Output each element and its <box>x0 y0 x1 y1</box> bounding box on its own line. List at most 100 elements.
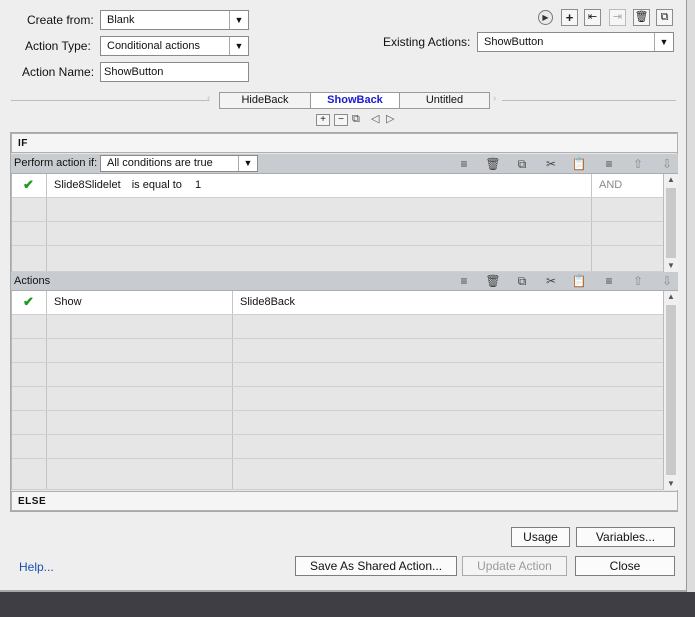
table-row[interactable] <box>12 435 664 459</box>
insert-below-icon[interactable]: ≡ <box>600 156 618 172</box>
row-check-cell[interactable] <box>12 222 47 245</box>
export-icon[interactable]: ⇥ <box>609 9 626 26</box>
table-row[interactable] <box>12 459 664 490</box>
delete-row-icon[interactable]: 🗑 <box>484 156 502 172</box>
target-cell[interactable] <box>233 339 664 362</box>
action-cell[interactable] <box>47 435 233 458</box>
delete-icon[interactable]: 🗑 <box>633 9 650 26</box>
target-cell[interactable] <box>233 411 664 434</box>
scroll-down-icon[interactable]: ▼ <box>664 478 678 490</box>
row-check-cell[interactable] <box>12 315 47 338</box>
cut-row-icon[interactable]: ✂ <box>542 273 560 289</box>
add-icon[interactable]: + <box>561 9 578 26</box>
table-row[interactable] <box>12 363 664 387</box>
create-from-select[interactable]: Blank ▼ <box>100 10 249 30</box>
action-type-select[interactable]: Conditional actions ▼ <box>100 36 249 56</box>
logic-cell[interactable] <box>592 222 664 245</box>
copy-row-icon[interactable]: ⧉ <box>513 273 531 289</box>
add-tab-icon[interactable]: + <box>316 114 330 126</box>
remove-tab-icon[interactable]: − <box>334 114 348 126</box>
action-cell[interactable]: Show <box>47 291 233 314</box>
logic-cell[interactable]: AND <box>592 174 664 197</box>
table-row[interactable] <box>12 339 664 363</box>
paste-row-icon[interactable]: 📋 <box>570 273 588 289</box>
table-row[interactable] <box>12 315 664 339</box>
target-cell[interactable] <box>233 459 664 489</box>
action-name-input[interactable]: ShowButton <box>100 62 249 82</box>
logic-cell[interactable] <box>592 198 664 221</box>
condition-cell[interactable] <box>47 222 592 245</box>
target-cell[interactable]: Slide8Back <box>233 291 664 314</box>
variables-button[interactable]: Variables... <box>576 527 675 547</box>
table-row[interactable]: ✔ Show Slide8Back <box>12 291 664 315</box>
condition-mode-select[interactable]: All conditions are true ▼ <box>100 155 258 172</box>
prev-tab-icon[interactable]: ◁ <box>371 112 379 125</box>
row-check-cell[interactable] <box>12 435 47 458</box>
import-icon[interactable]: ⇤ <box>584 9 601 26</box>
if-scrollbar[interactable]: ▲ ▼ <box>663 174 678 272</box>
move-up-icon[interactable]: ⇧ <box>629 156 647 172</box>
move-down-icon[interactable]: ⇩ <box>658 273 676 289</box>
target-cell[interactable] <box>233 435 664 458</box>
table-row[interactable] <box>12 222 664 246</box>
tab-scroll-left-icon[interactable]: ‹ <box>207 93 210 104</box>
action-cell[interactable] <box>47 387 233 410</box>
else-section-header[interactable]: ELSE <box>11 491 678 511</box>
scroll-up-icon[interactable]: ▲ <box>664 291 678 303</box>
duplicate-tab-icon[interactable]: ⧉ <box>352 113 360 126</box>
action-cell[interactable] <box>47 363 233 386</box>
condition-cell[interactable] <box>47 246 592 271</box>
scroll-down-icon[interactable]: ▼ <box>664 260 678 272</box>
target-cell[interactable] <box>233 387 664 410</box>
condition-cell[interactable] <box>47 198 592 221</box>
insert-row-icon[interactable]: ≡ <box>455 273 473 289</box>
actions-scrollbar[interactable]: ▲ ▼ <box>663 291 678 490</box>
row-check-cell[interactable] <box>12 387 47 410</box>
tab-showback[interactable]: ShowBack <box>310 92 400 109</box>
save-shared-action-button[interactable]: Save As Shared Action... <box>295 556 457 576</box>
scroll-thumb[interactable] <box>666 188 676 258</box>
help-link[interactable]: Help... <box>19 560 54 574</box>
table-row[interactable] <box>12 198 664 222</box>
tab-hideback[interactable]: HideBack <box>219 92 311 109</box>
row-check-cell[interactable] <box>12 363 47 386</box>
scroll-up-icon[interactable]: ▲ <box>664 174 678 186</box>
copy-row-icon[interactable]: ⧉ <box>513 156 531 172</box>
paste-row-icon[interactable]: 📋 <box>570 156 588 172</box>
scroll-thumb[interactable] <box>666 305 676 475</box>
table-row[interactable] <box>12 246 664 272</box>
row-check-cell[interactable] <box>12 246 47 271</box>
next-tab-icon[interactable]: ▷ <box>386 112 394 125</box>
table-row[interactable] <box>12 387 664 411</box>
action-cell[interactable] <box>47 411 233 434</box>
insert-row-icon[interactable]: ≡ <box>455 156 473 172</box>
action-cell[interactable] <box>47 315 233 338</box>
row-check-cell[interactable]: ✔ <box>12 174 47 197</box>
row-check-cell[interactable] <box>12 411 47 434</box>
insert-below-icon[interactable]: ≡ <box>600 273 618 289</box>
row-check-cell[interactable] <box>12 459 47 489</box>
move-down-icon[interactable]: ⇩ <box>658 156 676 172</box>
close-button[interactable]: Close <box>575 556 675 576</box>
usage-button[interactable]: Usage <box>511 527 570 547</box>
duplicate-icon[interactable]: ⧉ <box>656 9 673 26</box>
move-up-icon[interactable]: ⇧ <box>629 273 647 289</box>
delete-row-icon[interactable]: 🗑 <box>484 273 502 289</box>
cut-row-icon[interactable]: ✂ <box>542 156 560 172</box>
table-row[interactable] <box>12 411 664 435</box>
row-check-cell[interactable]: ✔ <box>12 291 47 314</box>
tab-untitled[interactable]: Untitled <box>399 92 490 109</box>
target-cell[interactable] <box>233 315 664 338</box>
row-check-cell[interactable] <box>12 339 47 362</box>
tab-scroll-right-icon[interactable]: › <box>493 93 496 104</box>
update-action-button[interactable]: Update Action <box>462 556 567 576</box>
action-cell[interactable] <box>47 339 233 362</box>
target-cell[interactable] <box>233 363 664 386</box>
table-row[interactable]: ✔ Slide8Slidelet is equal to 1 AND <box>12 174 664 198</box>
play-icon[interactable]: ▶ <box>538 10 553 25</box>
existing-actions-select[interactable]: ShowButton ▼ <box>477 32 674 52</box>
row-check-cell[interactable] <box>12 198 47 221</box>
condition-cell[interactable]: Slide8Slidelet is equal to 1 <box>47 174 592 197</box>
action-cell[interactable] <box>47 459 233 489</box>
logic-cell[interactable] <box>592 246 664 271</box>
